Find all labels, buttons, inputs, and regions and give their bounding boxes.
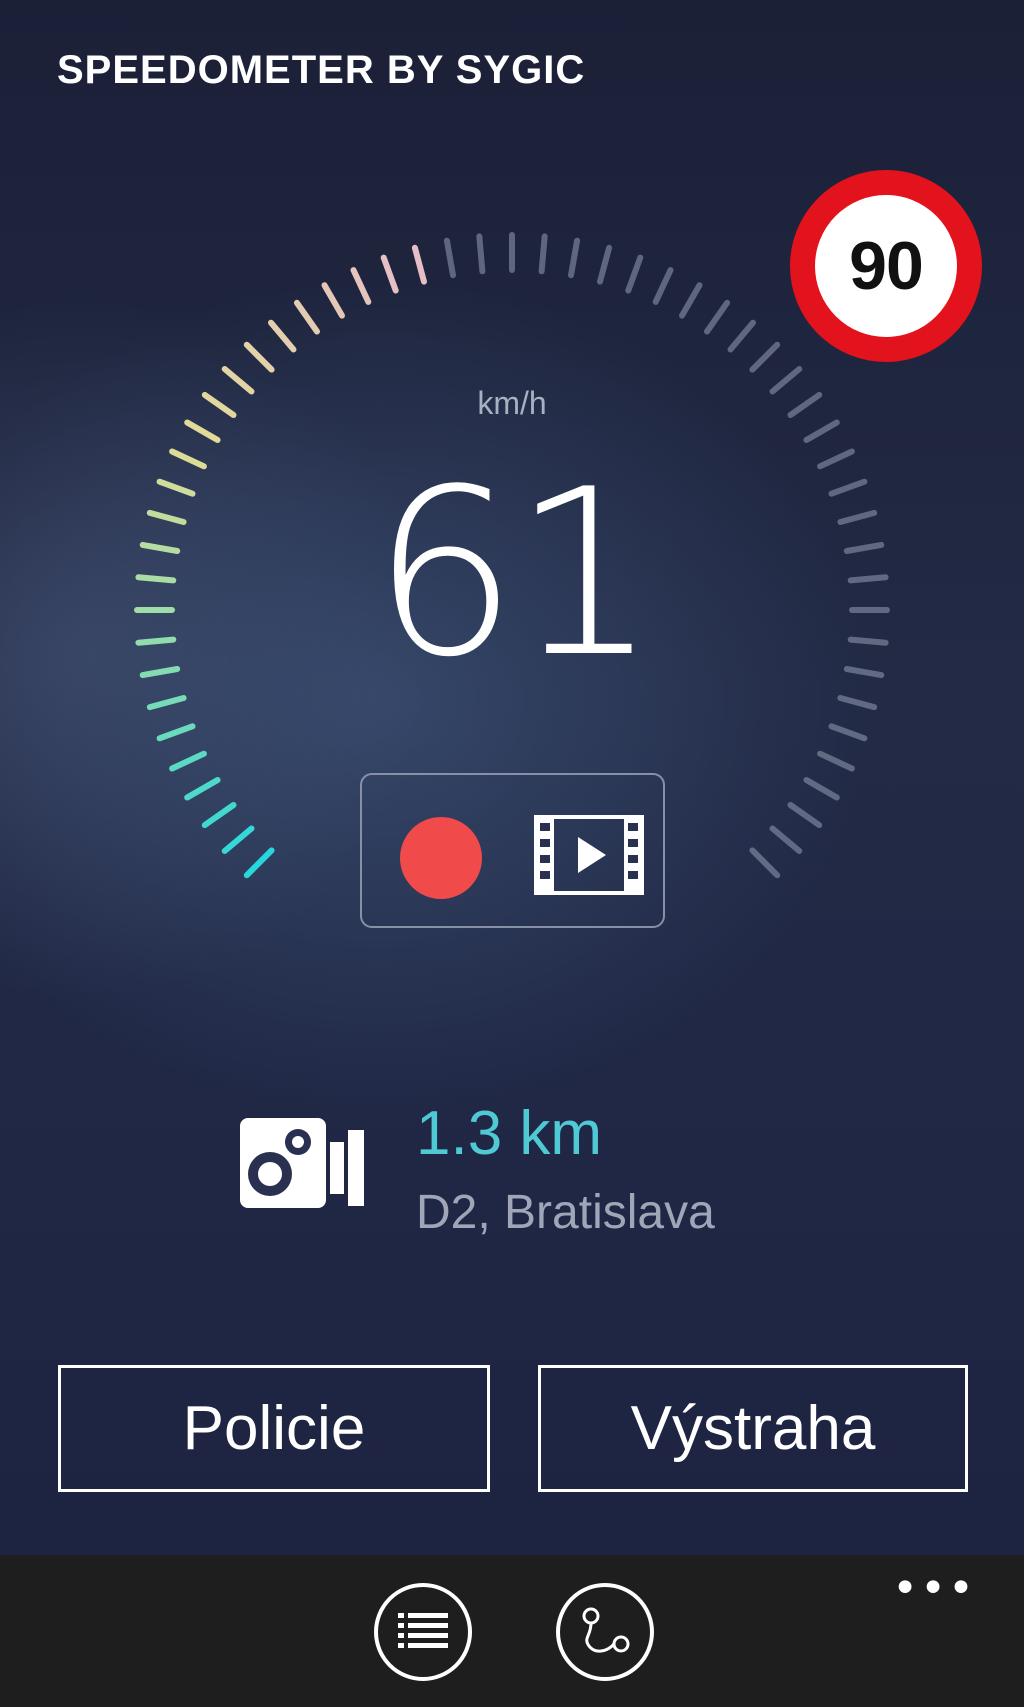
gauge-tick bbox=[139, 666, 181, 679]
gauge-tick bbox=[156, 723, 196, 742]
gauge-tick bbox=[843, 666, 885, 679]
gauge-tick bbox=[843, 541, 885, 554]
gauge-tick bbox=[443, 237, 456, 279]
gauge-tick bbox=[828, 478, 868, 497]
gauge-tick bbox=[201, 391, 237, 418]
gauge-tick bbox=[538, 233, 548, 275]
route-button[interactable] bbox=[556, 1583, 654, 1681]
gauge-tick bbox=[476, 233, 486, 275]
gauge-tick bbox=[704, 299, 731, 335]
record-dot-icon[interactable] bbox=[400, 817, 482, 899]
video-film-icon[interactable] bbox=[534, 815, 644, 895]
gauge-tick bbox=[156, 478, 196, 497]
gauge-tick bbox=[321, 282, 345, 319]
gauge-tick bbox=[847, 636, 889, 646]
gauge-tick bbox=[749, 341, 781, 373]
speed-limit-sign: 90 bbox=[790, 170, 982, 362]
gauge-tick bbox=[184, 777, 221, 801]
gauge-tick bbox=[169, 750, 207, 772]
gauge-tick bbox=[350, 267, 372, 305]
gauge-tick bbox=[221, 825, 255, 854]
gauge-tick bbox=[243, 847, 275, 879]
gauge-tick bbox=[243, 341, 275, 373]
gauge-tick bbox=[769, 825, 803, 854]
gauge-tick bbox=[184, 419, 221, 443]
gauge-tick bbox=[679, 282, 703, 319]
gauge-tick bbox=[727, 319, 756, 353]
police-button[interactable]: Policie bbox=[58, 1365, 490, 1492]
list-icon bbox=[398, 1613, 448, 1648]
gauge-tick bbox=[135, 636, 177, 646]
gauge-tick bbox=[597, 244, 613, 285]
gauge-tick bbox=[135, 574, 177, 584]
gauge-tick bbox=[787, 802, 823, 829]
gauge-tick bbox=[817, 448, 855, 470]
gauge-tick bbox=[268, 319, 297, 353]
gauge-tick bbox=[787, 391, 823, 418]
record-control[interactable] bbox=[360, 773, 665, 928]
gauge-tick bbox=[411, 244, 427, 285]
camera-distance: 1.3 km bbox=[416, 1099, 603, 1168]
gauge-tick bbox=[380, 254, 399, 294]
gauge-tick bbox=[146, 509, 187, 525]
gauge-tick bbox=[749, 847, 781, 879]
gauge-tick bbox=[201, 802, 237, 829]
gauge-tick bbox=[847, 574, 889, 584]
speed-unit: km/h bbox=[477, 385, 547, 421]
speedometer-screen: SPEEDOMETER BY SYGIC 90 km/h 61 1.3 km D… bbox=[0, 0, 1024, 1707]
gauge-tick bbox=[568, 237, 581, 279]
more-options-icon[interactable]: ••• bbox=[892, 1567, 976, 1611]
gauge-tick bbox=[817, 750, 855, 772]
speed-limit-value: 90 bbox=[849, 228, 924, 304]
gauge-tick bbox=[837, 695, 878, 711]
gauge-tick bbox=[221, 366, 255, 395]
camera-location: D2, Bratislava bbox=[416, 1186, 715, 1239]
gauge-tick bbox=[837, 509, 878, 525]
gauge-tick bbox=[803, 777, 840, 801]
gauge-tick bbox=[652, 267, 674, 305]
route-icon bbox=[582, 1607, 630, 1653]
gauge-tick bbox=[769, 366, 803, 395]
app-bar: ••• bbox=[0, 1555, 1024, 1707]
gauge-tick bbox=[146, 695, 187, 711]
gauge-tick bbox=[828, 723, 868, 742]
warning-button[interactable]: Výstraha bbox=[538, 1365, 968, 1492]
gauge-tick bbox=[803, 419, 840, 443]
gauge-tick bbox=[625, 254, 644, 294]
gauge-tick bbox=[293, 299, 320, 335]
speed-camera-icon bbox=[240, 1118, 364, 1208]
gauge-tick bbox=[139, 541, 181, 554]
gauge-tick bbox=[169, 448, 207, 470]
list-button[interactable] bbox=[374, 1583, 472, 1681]
current-speed: 61 bbox=[371, 441, 659, 708]
